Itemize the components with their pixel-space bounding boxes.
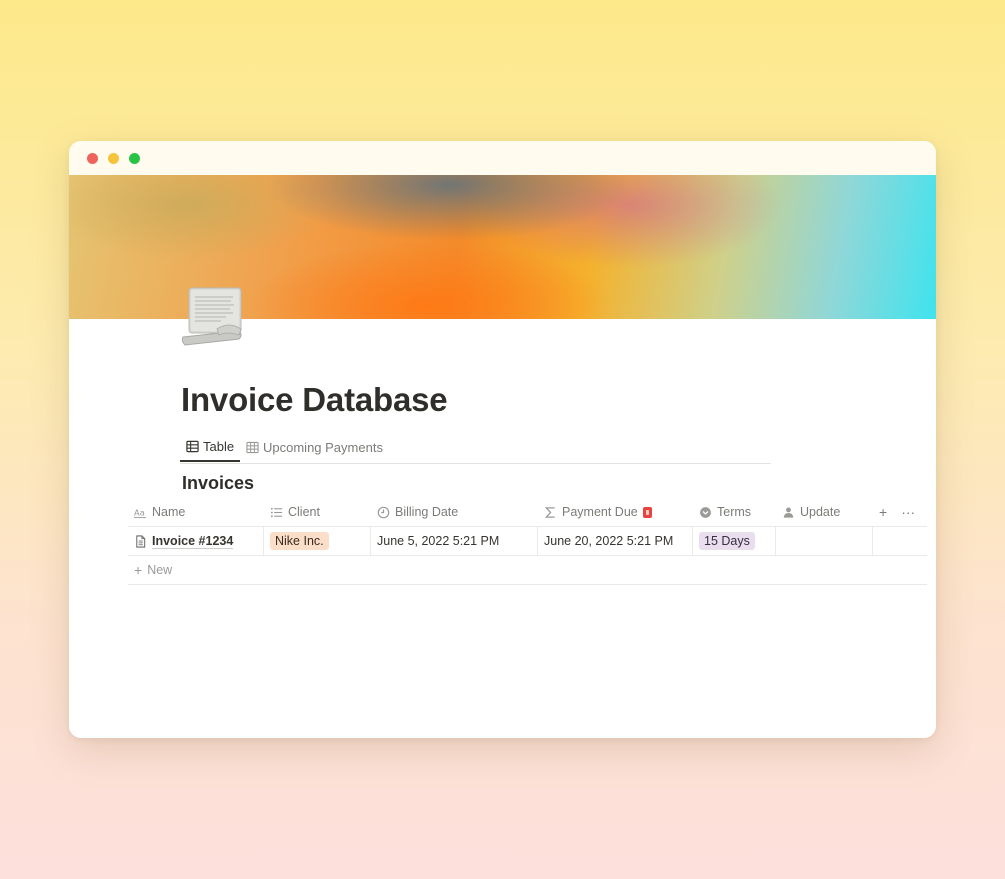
cell-payment-due[interactable]: June 20, 2022 5:21 PM xyxy=(538,527,693,555)
column-header-terms[interactable]: Terms xyxy=(693,498,776,526)
tab-upcoming-payments[interactable]: Upcoming Payments xyxy=(246,433,383,462)
view-tabs: Table Upcoming Payments xyxy=(180,433,771,464)
column-header-name[interactable]: Aa Name xyxy=(128,498,264,526)
select-chevron-icon xyxy=(699,506,712,519)
terms-tag: 15 Days xyxy=(699,532,755,550)
new-row-label: New xyxy=(147,563,173,577)
document-icon xyxy=(134,534,147,548)
alarm-emoji-icon xyxy=(642,506,652,518)
column-header-client[interactable]: Client xyxy=(264,498,371,526)
column-header-billing-date[interactable]: Billing Date xyxy=(371,498,538,526)
column-header-label: Name xyxy=(152,505,186,519)
minimize-window-button[interactable] xyxy=(108,153,119,164)
header-actions: + ··· xyxy=(873,498,927,526)
cell-client[interactable]: Nike Inc. xyxy=(264,527,371,555)
sigma-icon xyxy=(544,506,557,519)
database-title[interactable]: Invoices xyxy=(182,473,254,494)
close-window-button[interactable] xyxy=(87,153,98,164)
tab-upcoming-payments-label: Upcoming Payments xyxy=(263,440,383,455)
app-window: Invoice Database Table Upcoming Payments… xyxy=(69,141,936,738)
client-tag: Nike Inc. xyxy=(270,532,329,550)
new-row[interactable]: + New xyxy=(128,556,927,585)
person-icon xyxy=(782,506,795,519)
column-header-label: Payment Due xyxy=(562,505,638,519)
tab-table-label: Table xyxy=(203,439,235,454)
page-title[interactable]: Invoice Database xyxy=(181,381,448,419)
cell-name[interactable]: Invoice #1234 xyxy=(128,527,264,555)
list-icon xyxy=(270,506,283,519)
column-header-label: Terms xyxy=(717,505,752,519)
cell-billing-date[interactable]: June 5, 2022 5:21 PM xyxy=(371,527,538,555)
column-header-payment-due[interactable]: Payment Due xyxy=(538,498,693,526)
new-row-button[interactable]: + New xyxy=(128,556,172,584)
table-icon xyxy=(246,441,259,454)
table-icon xyxy=(186,440,199,453)
more-options-icon[interactable]: ··· xyxy=(901,504,915,520)
column-header-label: Billing Date xyxy=(395,505,459,519)
column-header-update[interactable]: Update xyxy=(776,498,873,526)
invoices-table: Aa Name Client Billing Date Payment Due … xyxy=(128,498,927,585)
cell-empty xyxy=(873,527,927,555)
maximize-window-button[interactable] xyxy=(129,153,140,164)
table-row[interactable]: Invoice #1234 Nike Inc. June 5, 2022 5:2… xyxy=(128,527,927,556)
cell-update[interactable] xyxy=(776,527,873,555)
add-property-icon[interactable]: + xyxy=(879,504,887,520)
tab-table[interactable]: Table xyxy=(180,433,241,462)
column-header-label: Update xyxy=(800,505,841,519)
table-header-row: Aa Name Client Billing Date Payment Due … xyxy=(128,498,927,527)
plus-icon: + xyxy=(134,562,143,578)
scroll-page-icon[interactable] xyxy=(181,285,245,349)
invoice-name-link[interactable]: Invoice #1234 xyxy=(152,534,234,549)
text-aa-icon: Aa xyxy=(134,506,147,519)
cell-terms[interactable]: 15 Days xyxy=(693,527,776,555)
svg-text:Aa: Aa xyxy=(134,507,145,517)
clock-icon xyxy=(377,506,390,519)
title-bar xyxy=(69,141,936,175)
column-header-label: Client xyxy=(288,505,320,519)
